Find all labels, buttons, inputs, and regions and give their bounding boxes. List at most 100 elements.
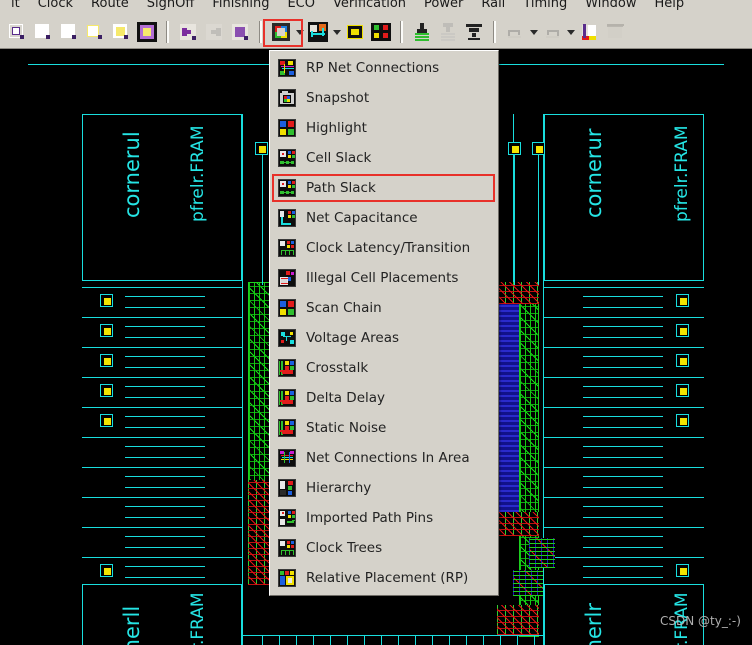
menu-option-label: Scan Chain — [306, 300, 382, 316]
zoom-half-button[interactable] — [57, 20, 81, 44]
io-row-trace — [583, 367, 663, 368]
voltage-areas-icon — [278, 329, 296, 347]
menu-item-eco[interactable]: ECO — [278, 0, 324, 16]
dropdown-caret-icon-4[interactable] — [565, 20, 576, 44]
redraw-button[interactable] — [228, 20, 252, 44]
module-button[interactable] — [343, 20, 367, 44]
menu-item-finishing[interactable]: Finishing — [203, 0, 278, 16]
menu-option-clock-trees[interactable]: Clock Trees — [270, 533, 498, 563]
menu-option-scan-chain[interactable]: Scan Chain — [270, 293, 498, 323]
menu-option-net-capacitance[interactable]: Net Capacitance — [270, 203, 498, 233]
io-row-trace — [583, 517, 663, 518]
io-pin-bottom — [262, 635, 263, 645]
zoom-2x-button[interactable] — [31, 20, 55, 44]
menu-option-cell-slack[interactable]: Cell Slack — [270, 143, 498, 173]
io-pin-bottom — [534, 635, 535, 645]
menu-option-hierarchy[interactable]: Hierarchy — [270, 473, 498, 503]
menu-option-imported-path-pins[interactable]: Imported Path Pins — [270, 503, 498, 533]
back-arrow-button[interactable] — [176, 20, 200, 44]
menu-item-rail[interactable]: Rail — [472, 0, 514, 16]
application-window: it Clock Route SignOff Finishing ECO Verificat… — [0, 0, 752, 645]
menu-item-route[interactable]: Route — [82, 0, 138, 16]
menu-option-label: Voltage Areas — [306, 330, 400, 346]
zoom-area-button[interactable] — [109, 20, 133, 44]
menu-option-relative-placement-rp[interactable]: Relative Placement (RP) — [270, 563, 498, 593]
io-pin-bottom — [415, 635, 416, 645]
routing-macro-right-red-top — [497, 282, 539, 304]
io-row-divider-right — [543, 437, 704, 438]
menu-option-voltage-areas[interactable]: Voltage Areas — [270, 323, 498, 353]
all-layers-button[interactable] — [462, 20, 486, 44]
io-pin-bottom — [466, 635, 467, 645]
undo-icon — [505, 22, 525, 42]
forward-arrow-button — [202, 20, 226, 44]
io-row-trace — [125, 476, 205, 477]
menu-option-label: Imported Path Pins — [306, 510, 434, 526]
io-pin — [676, 384, 689, 397]
redraw-icon — [230, 22, 250, 42]
menu-item-window[interactable]: Window — [576, 0, 645, 16]
routing-macro-right-red-mid — [497, 512, 539, 536]
menu-option-rp-net-connections[interactable]: RP Net Connections — [270, 53, 498, 83]
label-cornerll-fram: pfrelr.FRAM — [188, 592, 208, 645]
zoom-selected-button[interactable] — [135, 20, 159, 44]
violation-browser-button[interactable] — [577, 20, 601, 44]
menu-option-snapshot[interactable]: Snapshot — [270, 83, 498, 113]
io-row-divider-right — [543, 467, 704, 468]
label-cornerul: cornerul — [120, 131, 144, 218]
clock-latency-transition-icon — [278, 239, 296, 257]
menu-option-delta-delay[interactable]: Delta Delay — [270, 383, 498, 413]
menu-option-static-noise[interactable]: Static Noise — [270, 413, 498, 443]
io-row-trace — [583, 307, 663, 308]
label-cornerlr: cornerlr — [582, 603, 606, 645]
io-vertical-trace — [514, 155, 515, 285]
menu-option-label: Relative Placement (RP) — [306, 570, 469, 586]
menu-option-net-connections-in-area[interactable]: Net Connections In Area — [270, 443, 498, 473]
io-row-divider-right — [543, 407, 704, 408]
menu-item-power[interactable]: Power — [415, 0, 472, 16]
io-row-divider-left — [82, 557, 243, 558]
pan-button[interactable] — [83, 20, 107, 44]
io-pin-bottom — [347, 635, 348, 645]
io-row-divider-left — [82, 467, 243, 468]
move-down-layer-icon — [412, 22, 432, 42]
zoom-fit-button[interactable] — [5, 20, 29, 44]
zoom-half-icon — [59, 22, 79, 42]
io-row-divider-left — [82, 407, 243, 408]
menu-item-timing[interactable]: Timing — [514, 0, 576, 16]
toolbar-separator — [256, 20, 265, 44]
color-preferences-button[interactable] — [269, 20, 293, 44]
net-display-button[interactable] — [306, 20, 330, 44]
dropdown-caret-icon[interactable] — [294, 20, 305, 44]
menu-item-it[interactable]: it — [2, 0, 29, 16]
io-row-divider-left — [82, 347, 243, 348]
io-pin-bottom — [279, 635, 280, 645]
dropdown-caret-icon-2[interactable] — [331, 20, 342, 44]
menu-option-crosstalk[interactable]: Crosstalk — [270, 353, 498, 383]
density-icon — [371, 22, 391, 42]
menu-option-label: Hierarchy — [306, 480, 372, 496]
forward-arrow-icon — [204, 22, 224, 42]
menu-item-signoff[interactable]: SignOff — [138, 0, 204, 16]
net-capacitance-icon — [278, 209, 296, 227]
move-down-layer-button[interactable] — [410, 20, 434, 44]
density-button[interactable] — [369, 20, 393, 44]
menu-option-highlight[interactable]: Highlight — [270, 113, 498, 143]
io-row-trace — [125, 566, 205, 567]
io-row-trace — [583, 457, 663, 458]
io-row-trace — [125, 506, 205, 507]
menu-item-verification[interactable]: Verification — [324, 0, 415, 16]
menu-item-clock[interactable]: Clock — [29, 0, 82, 16]
net-connections-in-area-icon — [278, 449, 296, 467]
dropdown-caret-icon-3[interactable] — [528, 20, 539, 44]
io-pin — [100, 324, 113, 337]
menu-option-path-slack[interactable]: Path Slack — [270, 173, 498, 203]
menu-option-illegal-cell-placements[interactable]: Illegal Cell Placements — [270, 263, 498, 293]
menu-item-help[interactable]: Help — [645, 0, 693, 16]
pan-icon — [85, 22, 105, 42]
io-row-divider-left — [82, 287, 243, 288]
menu-option-clock-latency-transition[interactable]: Clock Latency/Transition — [270, 233, 498, 263]
menu-option-label: Clock Latency/Transition — [306, 240, 471, 256]
io-row-divider-left — [82, 497, 243, 498]
display-options-popup-menu[interactable]: RP Net Connections Snapshot Highlight Cell … — [269, 50, 499, 596]
